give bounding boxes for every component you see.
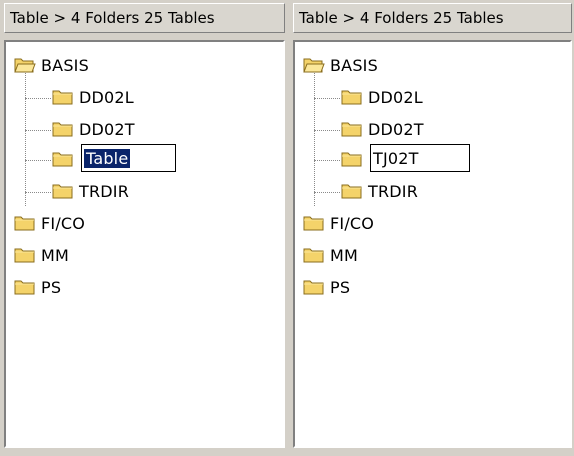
tree-item-fico[interactable]: FI/CO [14,211,85,235]
tree-connector [25,98,51,99]
tree-connector [314,192,340,193]
rename-input[interactable]: Table [81,144,176,172]
tree-item-dd02t[interactable]: DD02T [52,117,135,141]
header-breadcrumb: Table > 4 Folders 25 Tables [299,9,504,27]
folder-icon [341,120,363,138]
folder-tree[interactable]: BASIS DD02L DD02T Table TRDIR FI/CO MM P… [4,40,285,448]
left-panel: Table > 4 Folders 25 Tables BASIS DD02L … [0,0,287,456]
tree-item-basis[interactable]: BASIS [303,53,378,77]
tree-item-mm[interactable]: MM [303,243,358,267]
tree-connector [25,160,51,161]
folder-icon [303,278,325,296]
tree-item-label: BASIS [41,55,89,75]
tree-connector [314,98,340,99]
tree-item-label: DD02L [79,87,134,107]
right-panel: Table > 4 Folders 25 Tables BASIS DD02L … [289,0,574,456]
folder-icon [52,182,74,200]
tree-item-label: FI/CO [330,213,375,233]
tree-connector [25,192,51,193]
tree-connector [25,130,51,131]
tree-item-label: MM [330,245,359,265]
folder-icon [341,150,363,168]
tree-item-dd02l[interactable]: DD02L [52,85,134,109]
tree-item-dd02l[interactable]: DD02L [341,85,423,109]
tree-item-label: FI/CO [41,213,86,233]
rename-input[interactable]: TJ02T [370,144,470,172]
tree-item-trdir[interactable]: TRDIR [341,179,418,203]
folder-open-icon [14,56,36,74]
tree-connector [314,130,340,131]
tree-item-dd02t[interactable]: DD02T [341,117,424,141]
folder-open-icon [303,56,325,74]
tree-item-label: PS [41,277,62,297]
tree-item-label: DD02L [368,87,423,107]
folder-icon [303,214,325,232]
tree-item-label: TRDIR [368,181,419,201]
tree-item-basis[interactable]: BASIS [14,53,89,77]
tree-item-ps[interactable]: PS [14,275,61,299]
folder-icon [52,88,74,106]
tree-connector [314,68,315,206]
folder-icon [52,150,74,168]
folder-icon [303,246,325,264]
tree-item-label: PS [330,277,351,297]
tree-item-mm[interactable]: MM [14,243,69,267]
panel-header[interactable]: Table > 4 Folders 25 Tables [4,3,285,33]
tree-item-trdir[interactable]: TRDIR [52,179,129,203]
header-breadcrumb: Table > 4 Folders 25 Tables [10,9,215,27]
folder-icon [341,182,363,200]
tree-item-label: TRDIR [79,181,130,201]
tree-item-ps[interactable]: PS [303,275,350,299]
tree-item-fico[interactable]: FI/CO [303,211,374,235]
folder-icon [14,246,36,264]
tree-item-editing[interactable] [52,147,74,171]
folder-icon [341,88,363,106]
tree-item-label: BASIS [330,55,378,75]
tree-item-label: MM [41,245,70,265]
folder-tree[interactable]: BASIS DD02L DD02T TJ02T TRDIR FI/CO MM P… [293,40,572,448]
folder-icon [14,214,36,232]
tree-item-editing[interactable] [341,147,363,171]
panel-header[interactable]: Table > 4 Folders 25 Tables [293,3,572,33]
tree-connector [25,68,26,206]
rename-input-value: TJ02T [373,148,419,168]
tree-item-label: DD02T [368,119,424,139]
folder-icon [52,120,74,138]
folder-icon [14,278,36,296]
rename-input-value: Table [84,148,131,168]
tree-connector [314,160,340,161]
tree-item-label: DD02T [79,119,135,139]
